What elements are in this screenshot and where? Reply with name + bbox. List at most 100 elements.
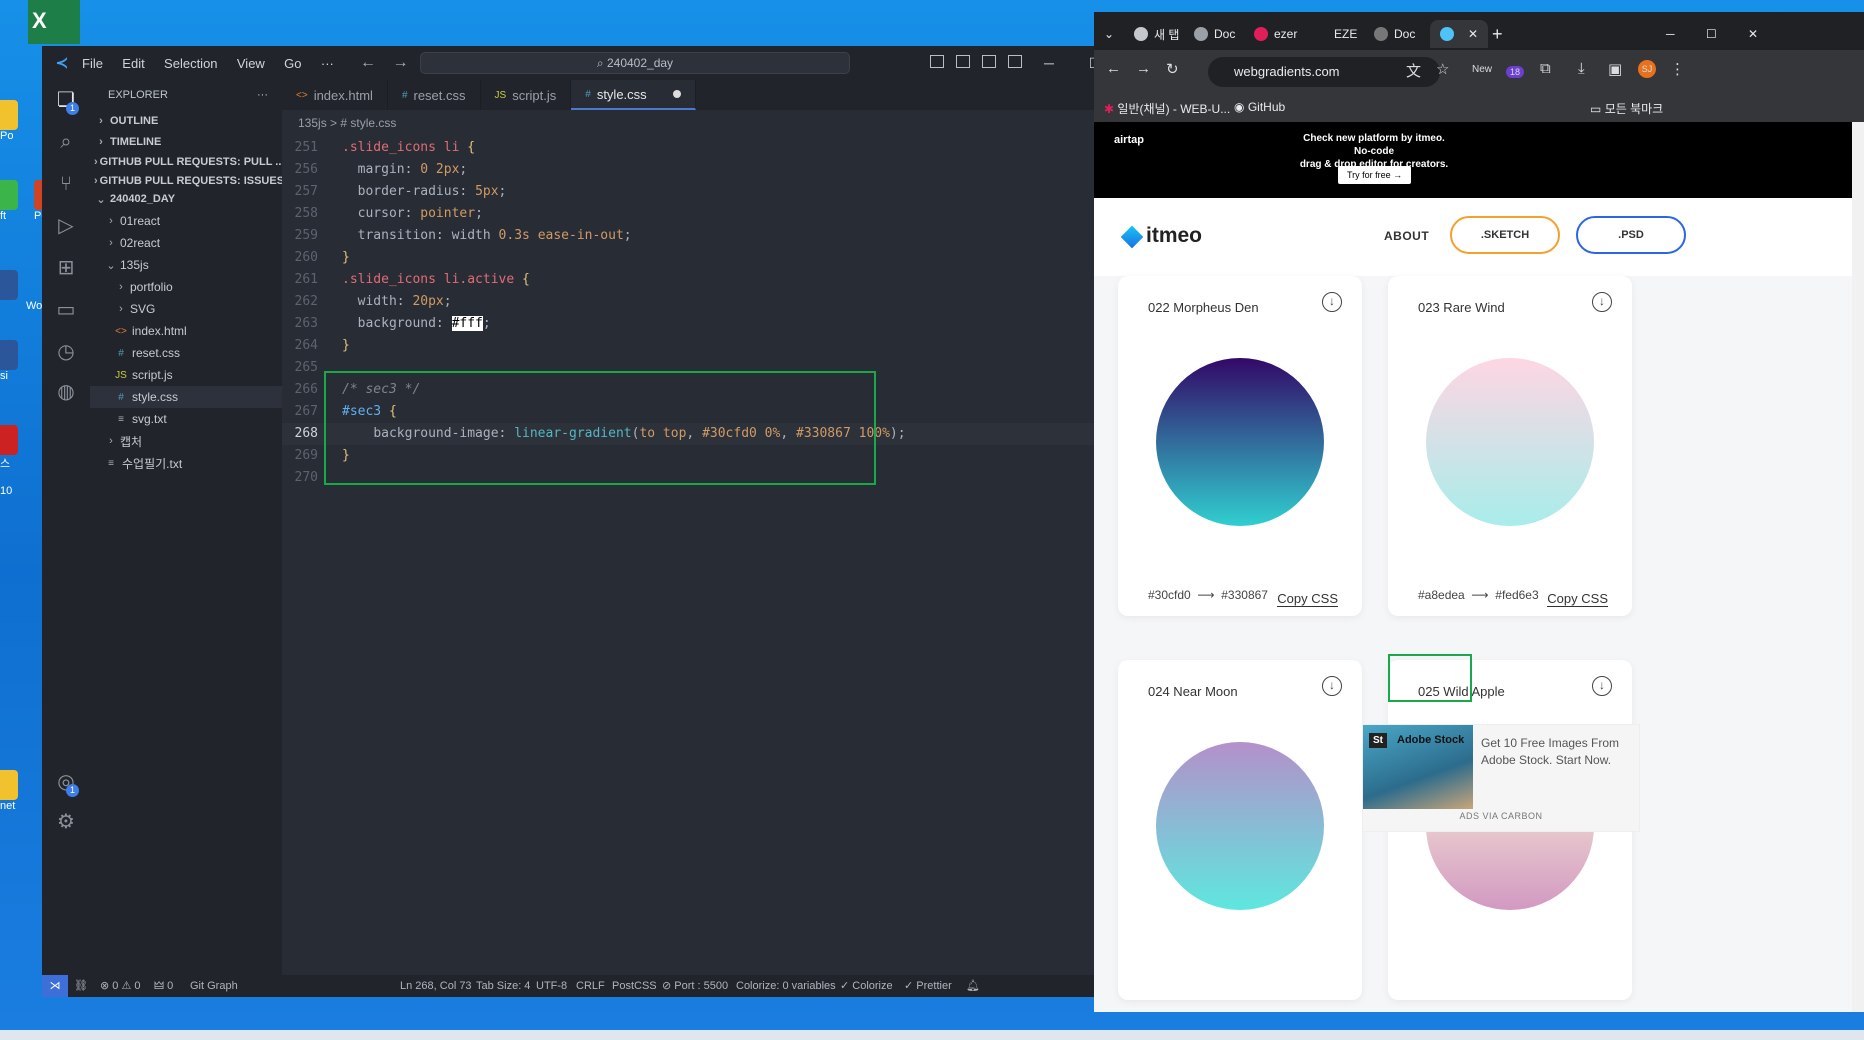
code-line[interactable]: 263 background: #fff;: [282, 313, 1172, 335]
menu-selection[interactable]: Selection: [164, 56, 217, 71]
close-window-icon[interactable]: ✕: [1748, 20, 1758, 48]
customize-layout-icon[interactable]: [1008, 55, 1022, 68]
problems-status[interactable]: ⊗ 0 ⚠ 0: [100, 975, 140, 997]
code-line[interactable]: 251 .slide_icons li {: [282, 137, 1172, 159]
tree-item[interactable]: # style.css: [90, 386, 282, 408]
back-arrow-icon[interactable]: ←: [360, 54, 376, 71]
browser-tab[interactable]: Doc: [1194, 20, 1235, 48]
code-line[interactable]: 259 transition: width 0.3s ease-in-out;: [282, 225, 1172, 247]
command-center-search[interactable]: ⌕ 240402_day: [420, 52, 850, 74]
minimize-icon[interactable]: ─: [1666, 20, 1675, 48]
tree-item[interactable]: › SVG: [90, 298, 282, 320]
itmeo-logo[interactable]: itmeo: [1146, 224, 1202, 248]
encoding-status[interactable]: UTF-8: [536, 975, 567, 997]
line-content[interactable]: margin: 0 2px;: [342, 159, 468, 181]
translate-icon[interactable]: 文: [1406, 60, 1421, 81]
tab-index-html[interactable]: <> index.html: [282, 80, 388, 110]
browser-tab[interactable]: EZE: [1314, 20, 1357, 48]
line-content[interactable]: cursor: pointer;: [342, 203, 483, 225]
language-mode[interactable]: PostCSS: [612, 975, 657, 997]
browser-tab[interactable]: Doc: [1374, 20, 1415, 48]
menu-more[interactable]: ···: [321, 56, 334, 71]
copy-css-button[interactable]: Copy CSS: [1277, 591, 1338, 607]
gradient-preview[interactable]: [1156, 742, 1324, 910]
tab-search-icon[interactable]: ⌄: [1104, 20, 1114, 48]
line-content[interactable]: background: #fff;: [342, 313, 491, 335]
tab-script-js[interactable]: JS script.js: [481, 80, 572, 110]
desktop-shortcut[interactable]: Wo: [0, 270, 42, 312]
forward-icon[interactable]: →: [1136, 60, 1151, 77]
page-scrollbar[interactable]: [1852, 122, 1864, 1012]
ports-status[interactable]: 🜲 0: [154, 975, 173, 997]
tree-item[interactable]: › 캡처: [90, 430, 282, 452]
browser-tab-active[interactable]: ✕: [1430, 20, 1489, 48]
outline-section[interactable]: › OUTLINE: [90, 110, 282, 132]
line-content[interactable]: border-radius: 5px;: [342, 181, 507, 203]
line-content[interactable]: transition: width 0.3s ease-in-out;: [342, 225, 632, 247]
browser-tab[interactable]: 새 탭: [1134, 20, 1179, 48]
desktop-shortcut[interactable]: net: [0, 770, 42, 812]
ads-via-carbon[interactable]: ADS VIA CARBON: [1363, 811, 1639, 821]
code-line[interactable]: 256 margin: 0 2px;: [282, 159, 1172, 181]
breadcrumb[interactable]: 135js > # style.css: [298, 116, 396, 130]
bookmark-slack[interactable]: ✱ 일반(채널) - WEB-U...: [1104, 100, 1230, 117]
chrome-menu-icon[interactable]: ⋮: [1670, 60, 1685, 78]
line-content[interactable]: .slide_icons li.active {: [342, 269, 530, 291]
tree-item[interactable]: › 02react: [90, 232, 282, 254]
side-panel-icon[interactable]: ▣: [1608, 60, 1622, 78]
new-feature-button[interactable]: New: [1472, 64, 1492, 75]
new-tab-icon[interactable]: +: [1492, 20, 1503, 48]
source-control-icon[interactable]: ⑂: [54, 172, 78, 196]
timeline-icon[interactable]: ◷: [54, 340, 78, 364]
ad-banner[interactable]: airtap Check new platform by itmeo. No-c…: [1094, 122, 1864, 198]
code-line[interactable]: 262 width: 20px;: [282, 291, 1172, 313]
profile-avatar[interactable]: SJ: [1638, 60, 1656, 78]
github-pr-section[interactable]: › GITHUB PULL REQUESTS: PULL ...: [90, 151, 282, 173]
sketch-button[interactable]: .SKETCH: [1450, 216, 1560, 254]
tree-item[interactable]: › portfolio: [90, 276, 282, 298]
tab-style-css[interactable]: # style.css: [571, 80, 696, 110]
sync-icon[interactable]: ⛓: [74, 975, 88, 997]
code-line[interactable]: 261 .slide_icons li.active {: [282, 269, 1172, 291]
carbon-ad[interactable]: St Adobe Stock Get 10 Free Images From A…: [1362, 724, 1640, 832]
extensions-icon[interactable]: ⊞: [54, 256, 78, 280]
timeline-section[interactable]: › TIMELINE: [90, 132, 282, 151]
tree-item[interactable]: # reset.css: [90, 342, 282, 364]
menu-edit[interactable]: Edit: [122, 56, 144, 71]
colorize-variables-status[interactable]: Colorize: 0 variables: [736, 975, 836, 997]
tab-reset-css[interactable]: # reset.css: [388, 80, 481, 110]
code-line[interactable]: 258 cursor: pointer;: [282, 203, 1172, 225]
download-circle-icon[interactable]: ↓: [1592, 292, 1612, 312]
bookmark-star-icon[interactable]: ☆: [1436, 60, 1449, 78]
live-server-port[interactable]: ⊘ Port : 5500: [662, 975, 728, 997]
remote-indicator-icon[interactable]: ⋊: [42, 975, 68, 997]
colorize-status[interactable]: ✓ Colorize: [840, 975, 893, 997]
line-content[interactable]: width: 20px;: [342, 291, 452, 313]
extensions-puzzle-icon[interactable]: ⧉: [1540, 60, 1551, 77]
browser-tab[interactable]: ezer: [1254, 20, 1297, 48]
live-share-icon[interactable]: ◍: [54, 380, 78, 404]
code-line[interactable]: 257 border-radius: 5px;: [282, 181, 1172, 203]
toggle-sidebar-icon[interactable]: [930, 55, 944, 68]
gradient-preview[interactable]: [1156, 358, 1324, 526]
try-for-free-button[interactable]: Try for free →: [1338, 166, 1412, 184]
search-icon[interactable]: ⌕: [54, 130, 78, 154]
gradient-preview[interactable]: [1426, 358, 1594, 526]
desktop-shortcut[interactable]: si: [0, 340, 42, 382]
desktop-shortcut[interactable]: Po: [0, 100, 42, 142]
line-content[interactable]: }: [342, 247, 350, 269]
download-circle-icon[interactable]: ↓: [1322, 292, 1342, 312]
reload-icon[interactable]: ↻: [1166, 60, 1179, 78]
line-content[interactable]: .slide_icons li {: [342, 137, 475, 159]
tree-item[interactable]: ≡ 수업필기.txt: [90, 452, 282, 474]
excel-icon[interactable]: X: [28, 0, 80, 44]
code-line[interactable]: 264}: [282, 335, 1172, 357]
git-graph-status[interactable]: Git Graph: [190, 975, 238, 997]
workspace-section[interactable]: ⌄ 240402_DAY: [90, 188, 282, 210]
close-tab-icon[interactable]: ✕: [1468, 27, 1478, 41]
code-line[interactable]: 260}: [282, 247, 1172, 269]
copy-css-button[interactable]: Copy CSS: [1547, 591, 1608, 607]
remote-explorer-icon[interactable]: ▭: [54, 298, 78, 322]
github-issues-section[interactable]: › GITHUB PULL REQUESTS: ISSUES: [90, 173, 282, 188]
nav-about[interactable]: ABOUT: [1384, 229, 1429, 243]
